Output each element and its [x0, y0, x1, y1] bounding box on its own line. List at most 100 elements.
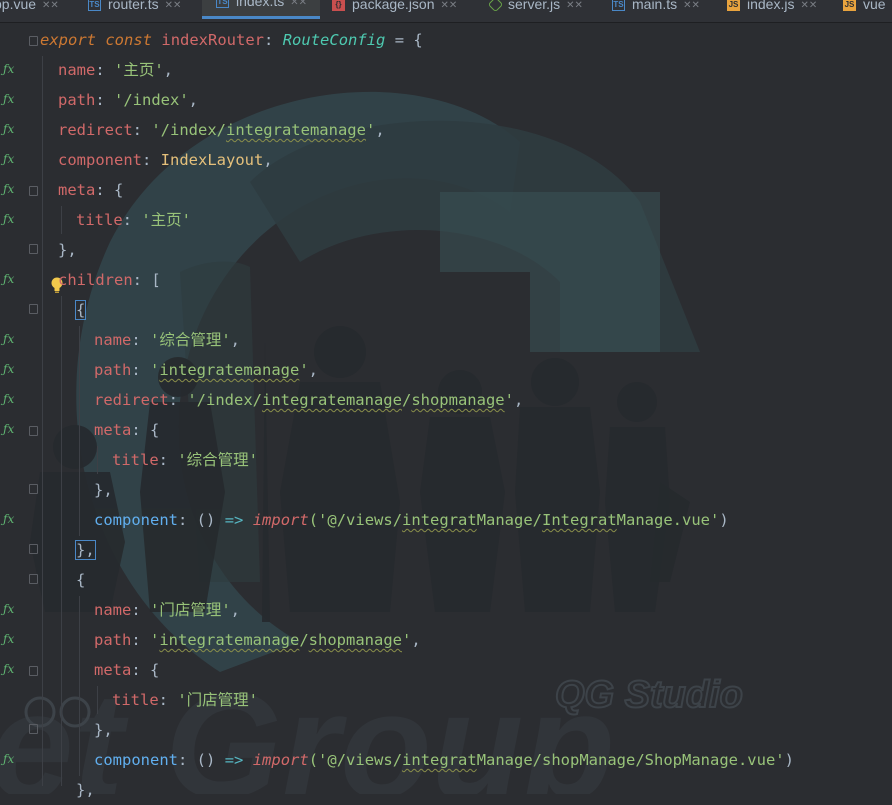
code-token: name [94, 601, 132, 619]
code-token: component [94, 751, 178, 769]
js-file-icon: JS [727, 0, 740, 11]
fold-toggle-icon[interactable] [29, 544, 38, 554]
property-gutter-icon[interactable]: ƒx [3, 362, 14, 376]
tab-close-icon[interactable]: ✕✕ [566, 0, 583, 11]
code-line-23: title: '门店管理' [112, 691, 259, 709]
tab-close-icon[interactable]: ✕✕ [800, 0, 817, 11]
tab-router-ts[interactable]: TS router.ts ✕✕ [88, 0, 181, 22]
property-gutter-icon[interactable]: ƒx [3, 332, 14, 346]
tab-close-icon[interactable]: ✕✕ [165, 0, 182, 11]
code-token: const [105, 31, 153, 49]
code-token: meta [58, 181, 96, 199]
tab-server-js[interactable]: server.js ✕✕ [487, 0, 583, 22]
indent-guide [97, 446, 98, 474]
property-gutter-icon[interactable]: ƒx [3, 602, 14, 616]
code-token: component [94, 511, 178, 529]
property-gutter-icon[interactable]: ƒx [3, 662, 14, 676]
tab-close-icon[interactable]: ✕✕ [441, 0, 458, 11]
code-token: ' [299, 361, 309, 379]
code-line-17: component: () => import('@/views/integra… [94, 511, 729, 529]
fold-toggle-icon[interactable] [29, 484, 38, 494]
code-token: integrat [402, 751, 477, 769]
code-line-14: meta: { [94, 421, 160, 439]
property-gutter-icon[interactable]: ƒx [3, 512, 14, 526]
property-gutter-icon[interactable]: ƒx [3, 152, 14, 166]
property-gutter-icon[interactable]: ƒx [3, 122, 14, 136]
code-token: component [58, 151, 142, 169]
tab-close-icon[interactable]: ✕✕ [290, 0, 307, 8]
code-token: ('@/views/ [308, 511, 403, 529]
code-token: '综合管理' [177, 451, 259, 469]
code-token: { [150, 421, 160, 439]
property-gutter-icon[interactable]: ƒx [3, 212, 14, 226]
tab-package-json[interactable]: {} package.json ✕✕ [332, 0, 457, 22]
code-token: ' [402, 631, 412, 649]
code-token: () [196, 511, 216, 529]
code-token: shopmanage [411, 391, 505, 409]
code-token: }, [94, 721, 113, 739]
tab-index-ts[interactable]: TS index.ts ✕✕ [202, 0, 320, 19]
code-token: Manage/ [476, 511, 543, 529]
indent-guide [79, 596, 80, 776]
code-token: ) [719, 511, 729, 529]
code-line-24: }, [94, 715, 113, 745]
code-line-20: name: '门店管理', [94, 601, 241, 619]
indent-guide [97, 686, 98, 714]
code-token: import [252, 511, 309, 529]
code-line-18: }, [75, 535, 96, 565]
code-token: integratemanage [261, 391, 402, 409]
code-token: ('@/views/ [308, 751, 403, 769]
code-token: Manage/shopManage/ShopManage.vue' [476, 751, 785, 769]
fold-toggle-icon[interactable] [29, 426, 38, 436]
fold-toggle-icon[interactable] [29, 724, 38, 734]
code-token: integratemanage [159, 631, 300, 649]
code-token: indexRouter [161, 31, 265, 49]
fold-toggle-icon[interactable] [29, 666, 38, 676]
tab-label: server.js [508, 0, 561, 12]
fold-toggle-icon[interactable] [29, 244, 38, 254]
tab-label: router.ts [108, 0, 159, 12]
code-token: }, [76, 781, 95, 799]
tab-index-js[interactable]: JS index.js ✕✕ [727, 0, 817, 22]
tab-close-icon[interactable]: ✕✕ [42, 0, 59, 11]
code-line-9: children: [ [58, 271, 161, 289]
tab-main-ts[interactable]: TS main.ts ✕✕ [612, 0, 700, 22]
code-token: import [252, 751, 309, 769]
tab-label: index.js [747, 0, 795, 12]
property-gutter-icon[interactable]: ƒx [3, 272, 14, 286]
fold-toggle-icon[interactable] [29, 36, 38, 46]
code-token: () [196, 751, 216, 769]
code-token: title [112, 691, 159, 709]
fold-toggle-icon[interactable] [29, 186, 38, 196]
code-line-4: redirect: '/index/integratemanage', [58, 121, 385, 139]
fold-toggle-icon[interactable] [29, 574, 38, 584]
code-token: Manage.vue' [616, 511, 720, 529]
indent-guide [42, 56, 43, 786]
property-gutter-icon[interactable]: ƒx [3, 92, 14, 106]
matched-brace: }, [75, 540, 96, 560]
code-token: }, [94, 481, 113, 499]
tab-label: index.ts [236, 0, 285, 9]
tab-vue[interactable]: JS vue [843, 0, 886, 22]
tab-label: vue [863, 0, 886, 12]
code-line-6: meta: { [58, 181, 124, 199]
code-line-25: component: () => import('@/views/integra… [94, 751, 794, 769]
code-token: title [76, 211, 123, 229]
property-gutter-icon[interactable]: ƒx [3, 632, 14, 646]
code-token: [ [151, 271, 161, 289]
code-token: => [224, 751, 244, 769]
property-gutter-icon[interactable]: ƒx [3, 182, 14, 196]
code-token: IndexLayout [160, 151, 264, 169]
property-gutter-icon[interactable]: ƒx [3, 422, 14, 436]
code-token: redirect [58, 121, 133, 139]
code-line-7: title: '主页' [76, 211, 192, 229]
tab-close-icon[interactable]: ✕✕ [683, 0, 700, 11]
code-token: title [112, 451, 159, 469]
fold-toggle-icon[interactable] [29, 304, 38, 314]
code-token: meta [94, 661, 132, 679]
tab-app-vue[interactable]: pp.vue ✕✕ [0, 0, 59, 22]
property-gutter-icon[interactable]: ƒx [3, 752, 14, 766]
property-gutter-icon[interactable]: ƒx [3, 62, 14, 76]
property-gutter-icon[interactable]: ƒx [3, 392, 14, 406]
editor-tab-bar: pp.vue ✕✕ TS router.ts ✕✕ TS index.ts ✕✕… [0, 0, 892, 23]
